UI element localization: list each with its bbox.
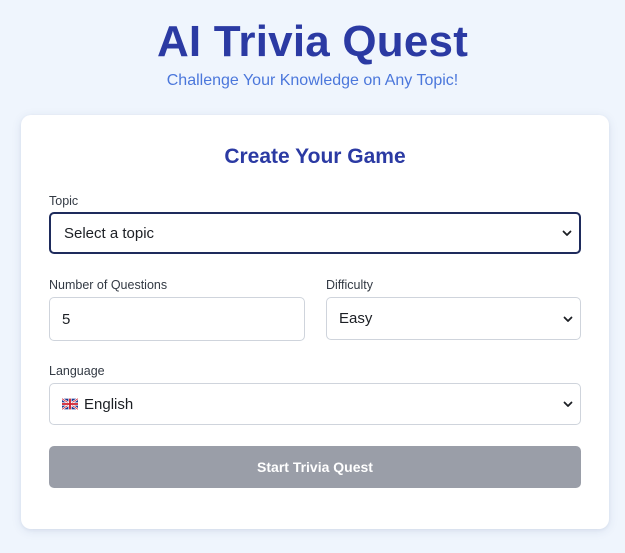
- difficulty-select-value: Easy: [339, 310, 373, 327]
- num-questions-label: Number of Questions: [49, 278, 168, 292]
- num-questions-value: 5: [62, 310, 71, 328]
- chevron-down-icon: [562, 230, 572, 236]
- num-questions-input[interactable]: 5: [49, 297, 305, 341]
- topic-select-value: Select a topic: [64, 224, 155, 242]
- uk-flag-icon: [62, 398, 78, 410]
- create-game-card: Create Your Game Topic Select a topic Nu…: [21, 115, 609, 529]
- difficulty-select[interactable]: Easy: [326, 297, 581, 340]
- language-select-value: English: [84, 395, 134, 413]
- topic-select[interactable]: Select a topic: [49, 212, 581, 254]
- card-title: Create Your Game: [224, 145, 406, 168]
- topic-label: Topic: [49, 194, 79, 208]
- start-trivia-button[interactable]: Start Trivia Quest: [49, 446, 581, 488]
- language-label: Language: [49, 364, 105, 378]
- language-select[interactable]: English: [49, 383, 581, 425]
- difficulty-label: Difficulty: [326, 278, 374, 292]
- app-title: AI Trivia Quest: [156, 17, 469, 66]
- app-subtitle: Challenge Your Knowledge on Any Topic!: [166, 72, 459, 89]
- chevron-down-icon: [563, 316, 573, 322]
- chevron-down-icon: [563, 401, 573, 407]
